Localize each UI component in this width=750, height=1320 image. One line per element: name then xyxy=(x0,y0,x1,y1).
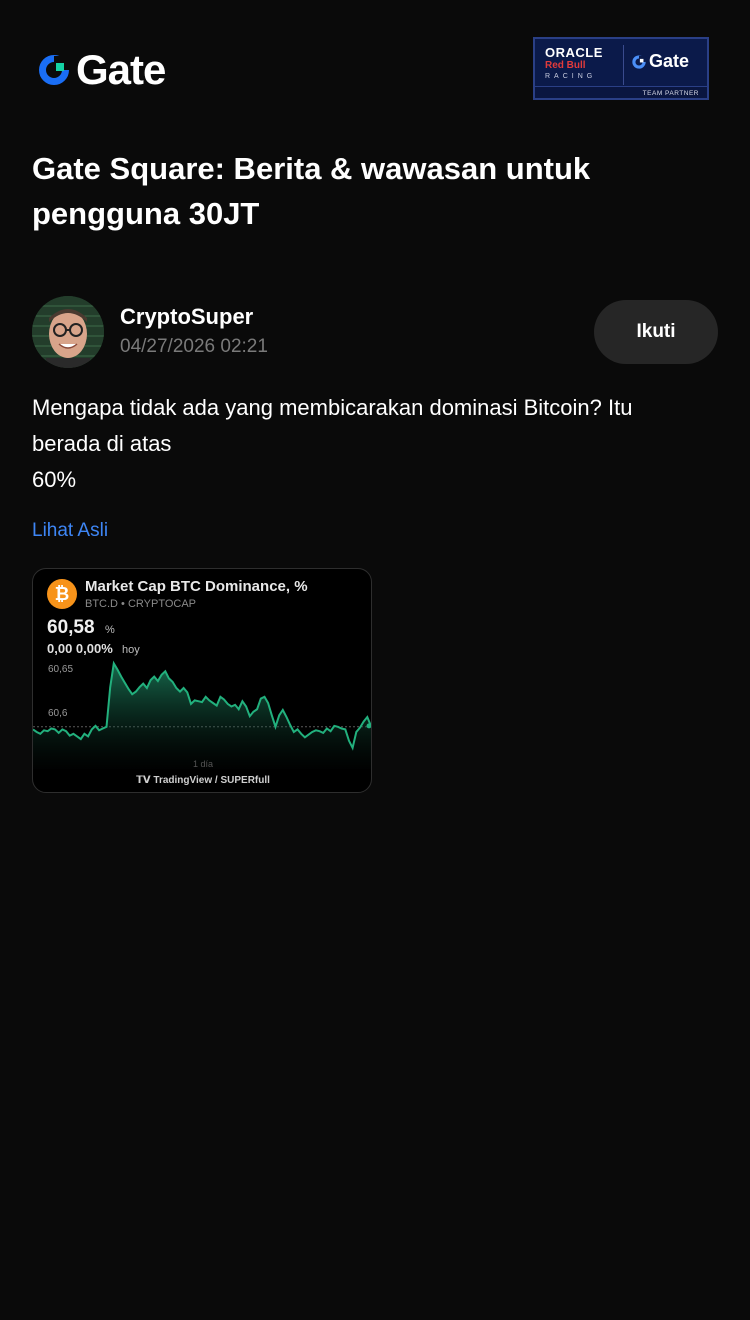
author-name[interactable]: CryptoSuper xyxy=(120,304,253,330)
y-tick-label: 60,6 xyxy=(48,708,68,719)
avatar-image xyxy=(32,296,104,368)
partner-divider xyxy=(623,45,624,85)
chart-last-point xyxy=(366,723,371,729)
page-title: Gate Square: Berita & wawasan untuk peng… xyxy=(32,151,591,231)
team-partner-badge: ORACLE Red Bull RACING Gate TEAM PARTNER xyxy=(533,37,709,100)
chart-change-label: hoy xyxy=(122,644,140,656)
post-text-line: Mengapa tidak ada yang membicarakan domi… xyxy=(32,395,633,420)
partner-gate-logo: Gate xyxy=(631,51,689,72)
chart-unit: % xyxy=(105,624,115,636)
chart-title: Market Cap BTC Dominance, % xyxy=(85,578,308,595)
chart-current-value: 60,58 xyxy=(47,617,95,638)
follow-button[interactable]: Ikuti xyxy=(594,300,718,364)
gate-logo[interactable]: Gate xyxy=(36,46,166,93)
post-text-line: berada di atas xyxy=(32,431,172,456)
bitcoin-icon: ₿ xyxy=(47,579,77,609)
chart-svg: 60,65 60,6 1 día xyxy=(33,660,371,769)
partner-oracle: ORACLE xyxy=(545,45,603,60)
partner-racing: RACING xyxy=(545,73,597,80)
chart-image-card[interactable]: 60,65 60,6 1 día ₿ Market Cap BTC Dominanc… xyxy=(32,568,372,793)
partner-redbull: Red Bull xyxy=(545,60,586,71)
chart-footer-text: TradingView / SUPERfull xyxy=(153,775,270,786)
partner-gate-text: Gate xyxy=(649,51,690,71)
y-tick-label: 60,65 xyxy=(48,664,73,675)
post-author-row: CryptoSuper 04/27/2026 02:21 Ikuti xyxy=(32,296,718,368)
view-original-link[interactable]: Lihat Asli xyxy=(32,520,108,542)
post-body: Mengapa tidak ada yang membicarakan domi… xyxy=(32,390,722,498)
gate-logo-icon xyxy=(39,55,69,85)
header: Gate ORACLE Red Bull RACING Gate TEAM PA… xyxy=(0,0,750,140)
chart-area-fill xyxy=(33,663,371,769)
brand-name: Gate xyxy=(76,46,166,93)
chart-change: 0,00 0,00% xyxy=(47,641,113,656)
tradingview-icon: 𝗧𝗩 xyxy=(136,775,154,786)
partner-tag: TEAM PARTNER xyxy=(642,90,699,97)
post-text-line: 60% xyxy=(32,467,77,492)
post-timestamp: 04/27/2026 02:21 xyxy=(120,336,268,357)
x-axis-label: 1 día xyxy=(193,759,213,769)
avatar[interactable] xyxy=(32,296,104,368)
chart-subtitle: BTC.D • CRYPTOCAP xyxy=(85,598,197,610)
chart-footer: 𝗧𝗩 TradingView / SUPERfull xyxy=(33,775,371,786)
gate-logo-icon xyxy=(632,54,646,69)
